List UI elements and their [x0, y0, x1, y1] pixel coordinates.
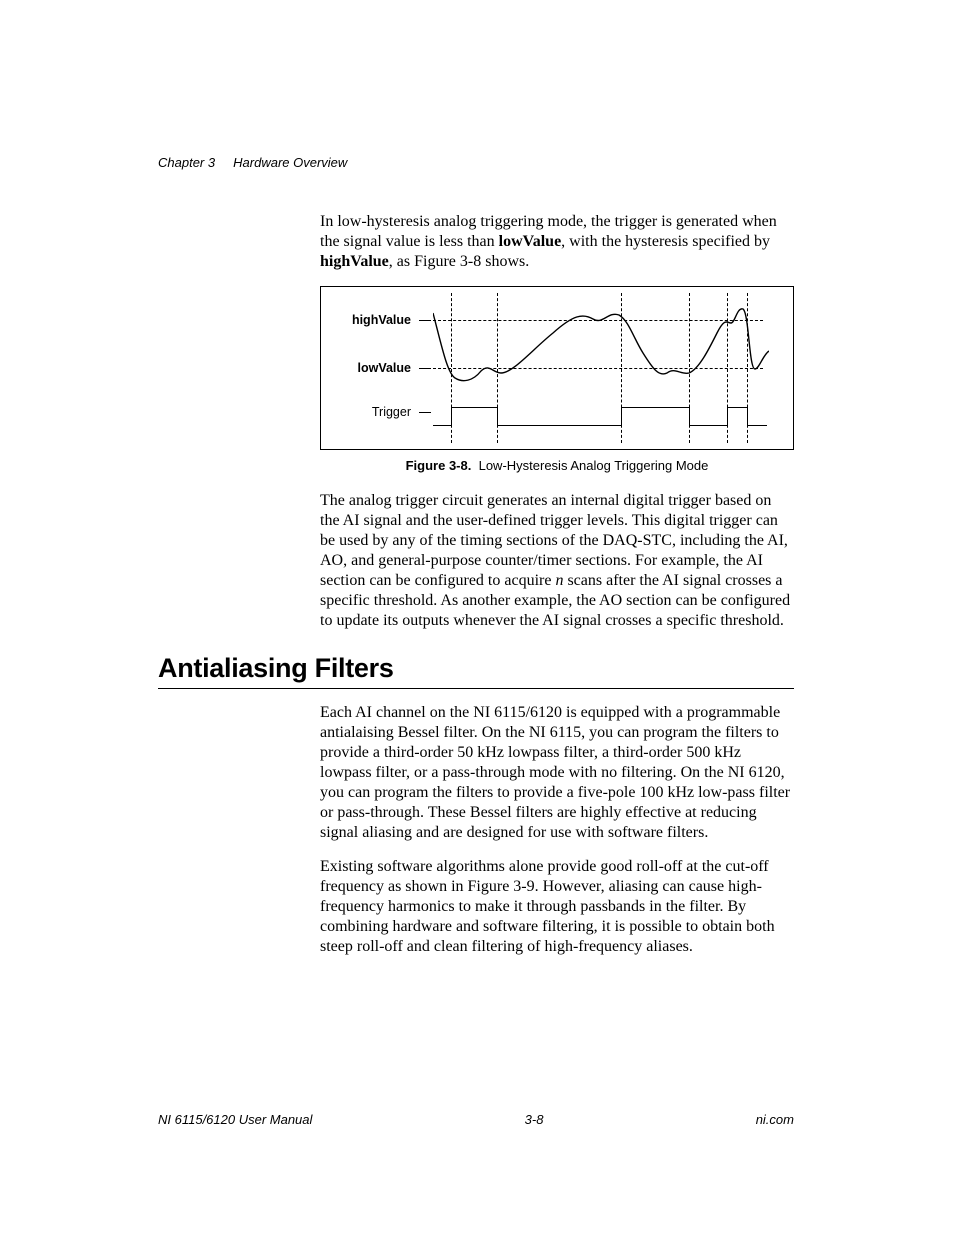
chapter-number: Chapter 3	[158, 155, 215, 170]
trigger-explanation-paragraph: The analog trigger circuit generates an …	[320, 491, 794, 631]
trigger-baseline	[747, 425, 767, 426]
figure-number: Figure 3-8.	[406, 458, 472, 473]
trigger-edge	[451, 407, 452, 425]
page: Chapter 3 Hardware Overview In low-hyste…	[0, 0, 954, 1235]
trigger-baseline	[433, 425, 451, 426]
lowvalue-label: lowValue	[321, 361, 411, 375]
body-column: Each AI channel on the NI 6115/6120 is e…	[320, 703, 794, 957]
lowvalue-term: lowValue	[499, 233, 562, 250]
antialiasing-paragraph-2: Existing software algorithms alone provi…	[320, 857, 794, 957]
leader-line	[419, 412, 431, 413]
figure-3-8: highValue lowValue Trigger	[320, 286, 794, 450]
page-footer: NI 6115/6120 User Manual 3-8 ni.com	[158, 1112, 794, 1127]
trigger-high	[727, 407, 747, 408]
footer-page-number: 3-8	[525, 1112, 544, 1127]
trigger-edge	[689, 407, 690, 425]
figure-title: Low-Hysteresis Analog Triggering Mode	[479, 458, 709, 473]
trigger-edge	[747, 407, 748, 425]
trigger-edge	[497, 407, 498, 425]
running-header: Chapter 3 Hardware Overview	[158, 155, 794, 170]
leader-line	[419, 368, 431, 369]
antialiasing-paragraph-1: Each AI channel on the NI 6115/6120 is e…	[320, 703, 794, 843]
analog-waveform	[433, 293, 769, 393]
highvalue-label: highValue	[321, 313, 411, 327]
footer-url: ni.com	[756, 1112, 794, 1127]
trigger-edge	[727, 407, 728, 425]
footer-manual-title: NI 6115/6120 User Manual	[158, 1112, 312, 1127]
body-column: In low-hysteresis analog triggering mode…	[320, 212, 794, 631]
leader-line	[419, 320, 431, 321]
intro-paragraph: In low-hysteresis analog triggering mode…	[320, 212, 794, 272]
trigger-edge	[621, 407, 622, 425]
section-heading-antialiasing: Antialiasing Filters	[158, 653, 794, 689]
trigger-high	[451, 407, 497, 408]
trigger-high	[621, 407, 689, 408]
figure-caption: Figure 3-8. Low-Hysteresis Analog Trigge…	[320, 458, 794, 473]
trigger-baseline	[497, 425, 621, 426]
trigger-label: Trigger	[321, 405, 411, 419]
trigger-baseline	[689, 425, 727, 426]
chapter-title: Hardware Overview	[233, 155, 347, 170]
highvalue-term: highValue	[320, 253, 389, 270]
